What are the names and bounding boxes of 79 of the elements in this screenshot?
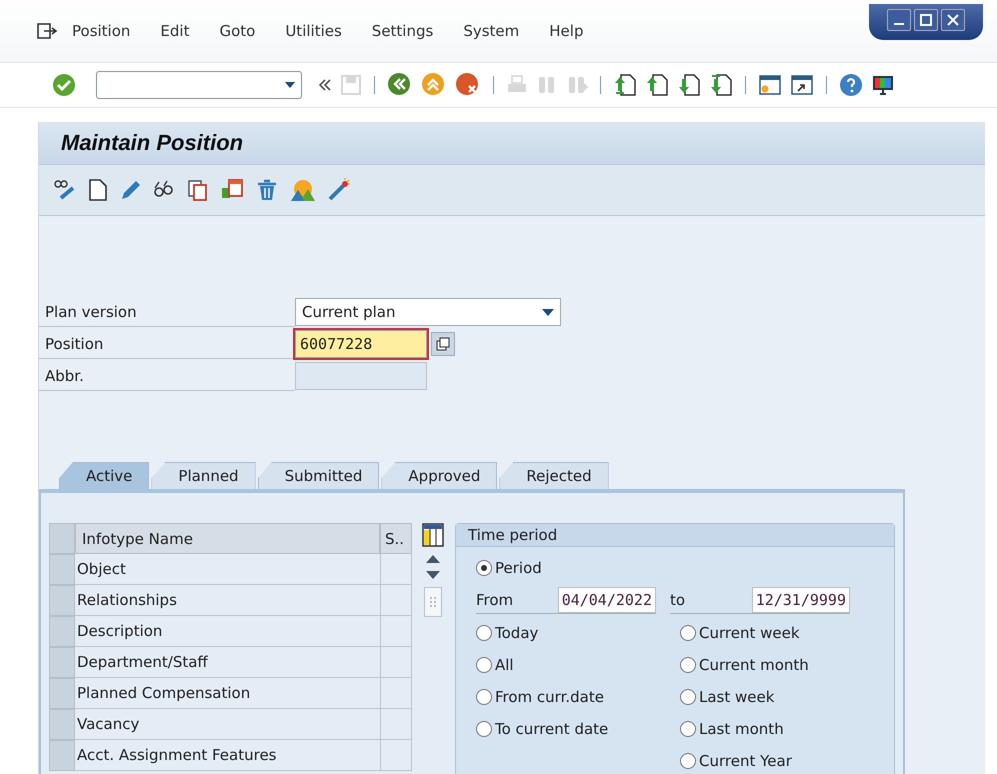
glasses-pencil-icon[interactable] xyxy=(53,178,77,202)
table-cell[interactable]: Planned Compensation xyxy=(75,678,381,709)
menu-item[interactable]: System xyxy=(463,22,520,40)
table-cell[interactable]: Description xyxy=(75,616,381,647)
table-cell[interactable]: Relationships xyxy=(75,585,381,616)
field-label: Plan version xyxy=(39,297,295,327)
table-cell[interactable] xyxy=(380,740,412,771)
menu-item[interactable]: Settings xyxy=(372,22,434,40)
command-field[interactable] xyxy=(96,71,302,99)
column-header[interactable]: Infotype Name xyxy=(75,523,380,554)
radio-option[interactable]: From curr.date xyxy=(476,684,670,710)
menu-item[interactable]: Edit xyxy=(160,22,190,40)
table-cell[interactable]: Object xyxy=(75,554,381,585)
scroll-thumb[interactable] xyxy=(424,587,442,617)
table-cell[interactable]: Vacancy xyxy=(75,709,381,740)
table-cell[interactable]: Acct. Assignment Features xyxy=(75,740,381,771)
group-title: Time period xyxy=(456,524,894,547)
menu-item[interactable]: Goto xyxy=(219,22,256,40)
column-layout-icon[interactable] xyxy=(422,523,444,547)
radio-option[interactable]: Today xyxy=(476,620,670,646)
table-cell[interactable] xyxy=(380,585,412,616)
new-window-icon[interactable] xyxy=(758,73,782,97)
to-label: to xyxy=(670,591,686,609)
scroll-down-icon[interactable] xyxy=(426,571,440,579)
sun-mountains-icon[interactable] xyxy=(290,178,316,202)
pencil-icon[interactable] xyxy=(119,178,141,202)
checkmark-icon[interactable] xyxy=(52,73,76,97)
tab[interactable]: Planned xyxy=(151,462,256,489)
blank-page-icon[interactable] xyxy=(88,178,108,202)
table-cell[interactable] xyxy=(380,554,412,585)
search-help-icon[interactable] xyxy=(431,332,455,356)
cancel-icon[interactable] xyxy=(455,72,481,98)
menu-icon[interactable] xyxy=(36,22,58,40)
select-all-cell[interactable] xyxy=(49,523,75,554)
tab[interactable]: Approved xyxy=(381,462,498,489)
help-icon[interactable] xyxy=(839,73,863,97)
field-label: Abbr. xyxy=(39,361,295,391)
tab[interactable]: Rejected xyxy=(499,462,609,489)
copy-icon[interactable] xyxy=(187,178,209,202)
table-cell[interactable] xyxy=(380,678,412,709)
radio-option[interactable]: Current month xyxy=(680,652,874,678)
menu-item[interactable]: Position xyxy=(72,22,130,40)
menu-item[interactable]: Help xyxy=(549,22,584,40)
radio-option[interactable]: To current date xyxy=(476,716,670,742)
table-cell[interactable] xyxy=(380,616,412,647)
screen-title: Maintain Position xyxy=(61,130,244,156)
from-label: From xyxy=(476,591,514,609)
page-double-down-icon[interactable] xyxy=(709,73,733,97)
input-field[interactable]: 60077228 xyxy=(295,330,427,358)
tab[interactable]: Active xyxy=(59,462,150,489)
table-cell[interactable] xyxy=(380,709,412,740)
close-icon[interactable] xyxy=(941,9,965,31)
table-cell[interactable] xyxy=(380,647,412,678)
magic-wand-icon[interactable] xyxy=(327,178,351,202)
to-date-field[interactable]: 12/31/9999 xyxy=(752,587,850,613)
caret-icon[interactable] xyxy=(285,82,295,88)
double-chevron-icon[interactable] xyxy=(318,79,332,91)
radio-option[interactable]: Current week xyxy=(680,620,874,646)
monitor-icon[interactable] xyxy=(871,73,895,97)
radio-option[interactable]: All xyxy=(476,652,670,678)
dropdown-field[interactable]: Current plan xyxy=(295,298,561,326)
radio-option[interactable]: Current Year xyxy=(680,748,874,774)
radio-option[interactable]: Period xyxy=(476,555,874,581)
table-cell[interactable]: Department/Staff xyxy=(75,647,381,678)
minimize-icon[interactable] xyxy=(887,9,911,31)
page-double-up-icon[interactable] xyxy=(613,73,637,97)
from-date-field[interactable]: 04/04/2022 xyxy=(558,587,656,613)
page-up-icon[interactable] xyxy=(645,73,669,97)
caret-icon[interactable] xyxy=(542,308,554,316)
maximize-icon[interactable] xyxy=(914,9,938,31)
scroll-up-icon[interactable] xyxy=(426,555,440,563)
page-down-icon[interactable] xyxy=(677,73,701,97)
trash-icon[interactable] xyxy=(255,178,279,202)
column-header[interactable]: S.. xyxy=(380,523,412,554)
shortcut-window-icon[interactable] xyxy=(790,73,814,97)
menu-item[interactable]: Utilities xyxy=(285,22,342,40)
radio-option[interactable]: Last month xyxy=(680,716,874,742)
radio-option[interactable]: Last week xyxy=(680,684,874,710)
tab[interactable]: Submitted xyxy=(258,462,380,489)
